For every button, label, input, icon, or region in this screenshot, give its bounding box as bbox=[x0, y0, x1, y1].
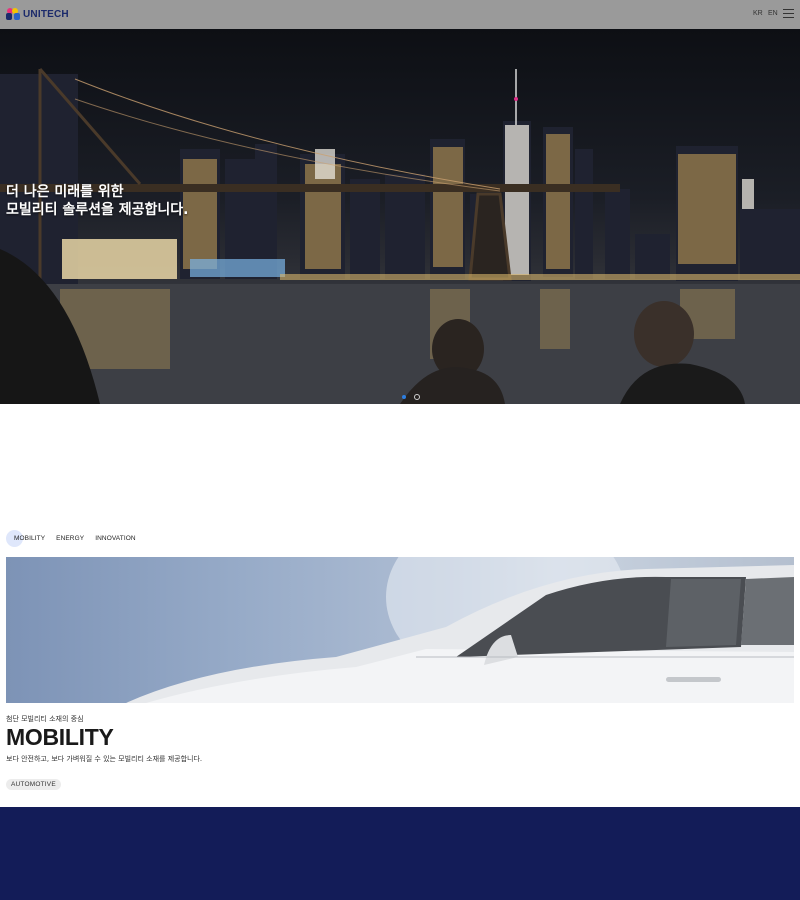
logo-text: UNITECH bbox=[23, 8, 69, 20]
mobility-car-image bbox=[6, 557, 794, 703]
logo-mark-icon bbox=[6, 8, 20, 20]
hero-title: 더 나은 미래를 위한 모빌리티 솔루션을 제공합니다. bbox=[6, 183, 189, 219]
category-tabs: MOBILITY ENERGY INNOVATION bbox=[5, 529, 147, 547]
tab-energy[interactable]: ENERGY bbox=[56, 535, 84, 542]
car-illustration bbox=[126, 557, 794, 703]
tab-innovation[interactable]: INNOVATION bbox=[95, 535, 135, 542]
hero-title-line1: 더 나은 미래를 위한 bbox=[6, 184, 124, 200]
slide-dot[interactable] bbox=[414, 394, 420, 400]
automotive-tag[interactable]: AUTOMOTIVE bbox=[6, 779, 61, 790]
hero-slider: 더 나은 미래를 위한 모빌리티 솔루션을 제공합니다. bbox=[0, 29, 800, 404]
section-description: 보다 안전하고, 보다 가벼워질 수 있는 모빌리티 소재를 제공합니다. bbox=[6, 755, 203, 763]
slide-dot-active[interactable] bbox=[402, 395, 406, 399]
slider-pagination bbox=[402, 394, 420, 400]
navy-section bbox=[0, 807, 800, 900]
hero-title-line2: 모빌리티 솔루션을 제공합니다. bbox=[6, 202, 189, 218]
hamburger-menu-icon[interactable] bbox=[783, 9, 794, 19]
site-header: UNITECH KR EN bbox=[0, 0, 800, 29]
lang-en-link[interactable]: EN bbox=[768, 10, 778, 17]
tab-mobility[interactable]: MOBILITY bbox=[5, 529, 45, 547]
lang-kr-link[interactable]: KR bbox=[753, 10, 763, 17]
section-title: MOBILITY bbox=[6, 724, 114, 750]
section-subtitle: 첨단 모빌리티 소재의 중심 bbox=[6, 715, 84, 723]
logo[interactable]: UNITECH bbox=[6, 6, 69, 22]
